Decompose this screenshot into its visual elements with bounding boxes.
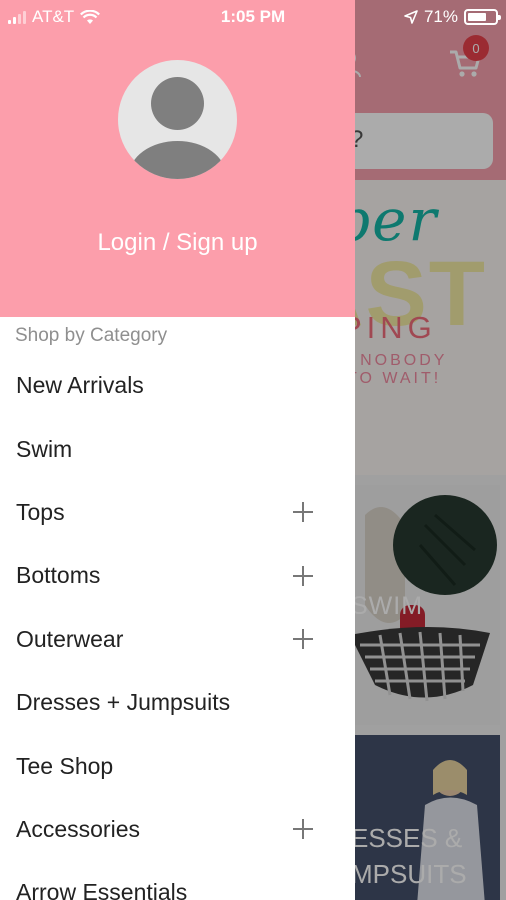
category-label: Dresses + Jumpsuits xyxy=(16,689,231,716)
category-label: Tee Shop xyxy=(16,752,114,779)
category-item-arrow-essentials[interactable]: Arrow Essentials xyxy=(0,861,355,900)
category-item-accessories[interactable]: Accessories xyxy=(0,798,355,861)
category-item-dresses-jumpsuits[interactable]: Dresses + Jumpsuits xyxy=(0,671,355,734)
category-item-bottoms[interactable]: Bottoms xyxy=(0,544,355,607)
expand-plus-icon[interactable] xyxy=(293,502,313,523)
drawer-scrim[interactable] xyxy=(355,0,506,900)
category-label: Bottoms xyxy=(16,562,101,589)
category-list: New Arrivals Swim Tops Bottoms Outerwear… xyxy=(0,354,355,900)
category-label: Tops xyxy=(16,498,65,525)
expand-plus-icon[interactable] xyxy=(293,629,313,650)
category-label: Outerwear xyxy=(16,625,124,652)
category-label: Accessories xyxy=(16,815,140,842)
battery-percent: 71% xyxy=(423,7,458,26)
category-item-outerwear[interactable]: Outerwear xyxy=(0,608,355,671)
category-label: Arrow Essentials xyxy=(16,879,188,900)
location-arrow-icon xyxy=(404,10,418,24)
drawer-header: Login / Sign up xyxy=(0,0,355,317)
battery-icon xyxy=(464,9,501,25)
navigation-drawer: Login / Sign up Shop by Category New Arr… xyxy=(0,0,355,900)
category-section-title: Shop by Category xyxy=(15,325,168,346)
status-bar: AT&T 1:05 PM 71% xyxy=(0,0,506,33)
category-item-tops[interactable]: Tops xyxy=(0,481,355,544)
expand-plus-icon[interactable] xyxy=(293,819,313,840)
category-item-new-arrivals[interactable]: New Arrivals xyxy=(0,354,355,417)
user-placeholder-icon[interactable] xyxy=(118,60,237,179)
category-item-swim[interactable]: Swim xyxy=(0,417,355,480)
category-item-tee-shop[interactable]: Tee Shop xyxy=(0,734,355,797)
login-signup-link[interactable]: Login / Sign up xyxy=(0,229,355,257)
category-label: New Arrivals xyxy=(16,372,144,399)
expand-plus-icon[interactable] xyxy=(293,565,313,586)
category-label: Swim xyxy=(16,435,73,462)
